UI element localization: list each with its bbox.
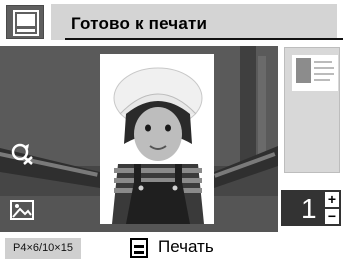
page-title: Готово к печати bbox=[71, 14, 208, 33]
image-adjust-icon bbox=[10, 200, 34, 220]
title-bar: Готово к печати bbox=[51, 4, 343, 40]
thumbnail-text-line bbox=[314, 79, 330, 81]
layout-preview-thumbnail[interactable] bbox=[284, 47, 340, 173]
thumbnail-text-line bbox=[314, 61, 332, 63]
quantity-value: 1 bbox=[301, 193, 317, 224]
footer: P4×6/10×15 Печать bbox=[0, 234, 343, 262]
quantity-decrease-button[interactable]: − bbox=[325, 209, 339, 224]
layout-preview bbox=[292, 55, 338, 91]
quantity-increase-button[interactable]: + bbox=[325, 192, 339, 207]
image-adjust-button[interactable] bbox=[9, 198, 35, 224]
rotate-icon bbox=[11, 143, 33, 165]
header: Готово к печати bbox=[0, 0, 343, 44]
print-label: Печать bbox=[158, 237, 214, 256]
rotate-button[interactable] bbox=[9, 140, 35, 166]
layout-mode-button[interactable] bbox=[6, 5, 44, 39]
title-underline bbox=[65, 38, 343, 40]
layout-thumbnail-icon bbox=[13, 10, 39, 36]
arms-overlay bbox=[0, 146, 278, 188]
photo-preview-area[interactable] bbox=[0, 46, 278, 232]
quantity-stepper: 1 + − bbox=[281, 190, 341, 226]
print-ready-screen: Готово к печати 1 + − P4×6/10×15 Печать bbox=[0, 0, 343, 262]
thumbnail-text-line bbox=[314, 67, 334, 69]
thumbnail-photo bbox=[296, 58, 311, 83]
print-icon bbox=[130, 238, 148, 258]
paper-size-button[interactable]: P4×6/10×15 bbox=[5, 238, 81, 259]
thumbnail-text-line bbox=[314, 73, 334, 75]
